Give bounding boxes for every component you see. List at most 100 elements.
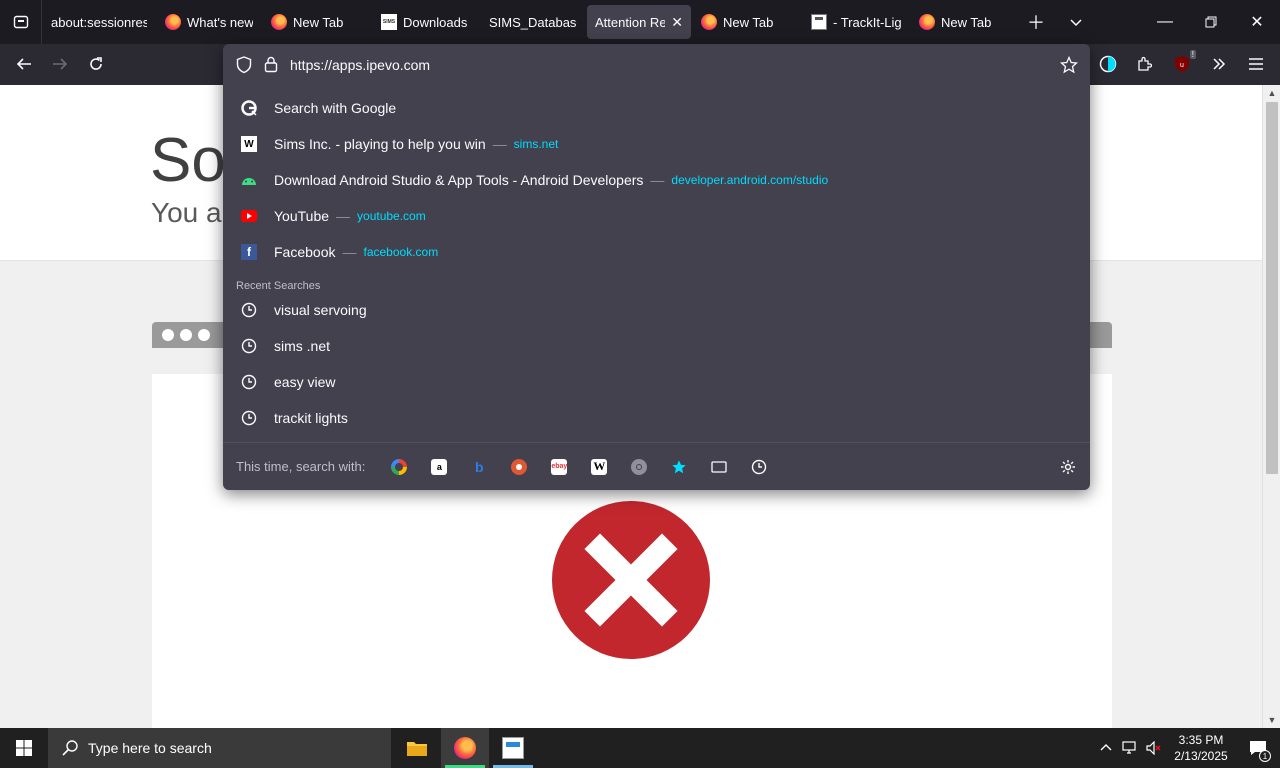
extension-badge: ! (1189, 50, 1196, 59)
tab-title: New Tab (941, 14, 992, 30)
search-engine-ebay-button[interactable]: ebay (539, 452, 579, 482)
search-engine-generic-button[interactable] (619, 452, 659, 482)
search-engine-bing-button[interactable]: b (459, 452, 499, 482)
forward-button[interactable] (44, 48, 76, 80)
suggestion-url: developer.android.com/studio (671, 173, 829, 187)
sims-icon: SIMS (381, 14, 397, 30)
recent-search-item[interactable]: easy view (223, 364, 1090, 400)
taskbar-clock[interactable]: 3:35 PM 2/13/2025 (1166, 732, 1236, 764)
separator: — (650, 172, 665, 188)
close-tab-icon[interactable]: ✕ (671, 14, 683, 31)
bookmark-star-icon (672, 459, 686, 473)
volume-button[interactable] (1142, 728, 1166, 768)
search-engine-amazon-button[interactable]: a (419, 452, 459, 482)
tab-new-tab-3[interactable]: New Tab (911, 5, 1015, 39)
suggestion-sims[interactable]: W Sims Inc. - playing to help you win — … (223, 126, 1090, 162)
tab-title: What's new (187, 14, 253, 30)
trackit-icon (811, 14, 827, 30)
clock-date: 2/13/2025 (1174, 749, 1228, 763)
url-input[interactable]: https://apps.ipevo.com (290, 57, 430, 73)
windows-logo-icon (16, 740, 32, 756)
url-bar[interactable]: https://apps.ipevo.com (223, 44, 1090, 86)
clock-icon (241, 410, 257, 426)
action-center-button[interactable]: 1 (1236, 728, 1280, 768)
recent-search-item[interactable]: visual servoing (223, 292, 1090, 328)
tab-attention-required[interactable]: Attention Req ✕ (587, 5, 691, 39)
suggestion-url: facebook.com (363, 245, 439, 259)
extensions-button[interactable] (1128, 48, 1160, 80)
recent-search-text: sims .net (274, 338, 331, 354)
suggestion-search-google[interactable]: Search with Google (223, 90, 1090, 126)
suggestion-youtube[interactable]: YouTube — youtube.com (223, 198, 1090, 234)
tab-title: New Tab (723, 14, 774, 30)
tab-trackit[interactable]: - TrackIt-Ligt (803, 5, 909, 39)
close-window-button[interactable]: ✕ (1234, 0, 1280, 44)
tab-sims-database[interactable]: SIMS_Database_ (481, 5, 585, 39)
volume-muted-icon (1146, 741, 1161, 755)
taskbar-search-box[interactable]: Type here to search (48, 728, 391, 768)
recent-search-item[interactable]: sims .net (223, 328, 1090, 364)
suggestion-title: Facebook (274, 244, 336, 260)
suggestion-title: Search with Google (274, 100, 397, 116)
search-tabs-button[interactable] (699, 452, 739, 482)
search-engine-wikipedia-button[interactable]: W (579, 452, 619, 482)
search-history-button[interactable] (739, 452, 779, 482)
file-explorer-taskbar-button[interactable] (393, 728, 441, 768)
search-bookmarks-button[interactable] (659, 452, 699, 482)
start-button[interactable] (0, 728, 48, 768)
suggestion-title: YouTube (274, 208, 330, 224)
separator: — (342, 244, 357, 260)
window-dot-icon (198, 329, 210, 341)
suggestion-android-studio[interactable]: Download Android Studio & App Tools - An… (223, 162, 1090, 198)
containers-button[interactable] (1092, 48, 1124, 80)
suggestion-facebook[interactable]: f Facebook — facebook.com (223, 234, 1090, 270)
amazon-icon: a (431, 458, 448, 475)
lock-icon[interactable] (264, 56, 278, 73)
tab-icon (711, 460, 727, 473)
bing-icon: b (475, 458, 484, 475)
tab-sessionrestore[interactable]: about:sessionres (43, 5, 155, 39)
folder-icon (407, 742, 427, 756)
notification-count: 1 (1259, 750, 1271, 762)
tab-strip: about:sessionres What's new New Tab SIMS… (0, 0, 1280, 44)
reload-button[interactable] (80, 48, 112, 80)
minimize-button[interactable]: — (1142, 0, 1188, 44)
restore-button[interactable] (1188, 0, 1234, 44)
tab-title: SIMS_Database_ (489, 14, 577, 30)
scroll-thumb[interactable] (1266, 102, 1278, 474)
puzzle-icon (1138, 56, 1152, 71)
new-tab-button[interactable]: ＋ (1016, 0, 1056, 44)
network-button[interactable] (1118, 728, 1142, 768)
search-engine-duckduckgo-button[interactable] (499, 452, 539, 482)
scroll-down-icon[interactable]: ▼ (1263, 712, 1280, 728)
list-all-tabs-button[interactable] (1056, 0, 1096, 44)
firefox-taskbar-button[interactable] (441, 728, 489, 768)
bookmark-star-icon[interactable] (1060, 56, 1078, 74)
tab-new-tab-2[interactable]: New Tab (693, 5, 801, 39)
page-scrollbar[interactable]: ▲ ▼ (1262, 85, 1280, 728)
recent-search-item[interactable]: trackit lights (223, 400, 1090, 436)
tab-downloads[interactable]: SIMS Downloads | (373, 5, 479, 39)
search-settings-button[interactable] (1048, 452, 1088, 482)
arrow-left-icon (16, 58, 31, 70)
tab-whats-new[interactable]: What's new (157, 5, 261, 39)
show-hidden-icons-button[interactable] (1094, 728, 1118, 768)
magnifier-icon (631, 458, 648, 475)
suggestion-url: sims.net (513, 137, 559, 151)
app-menu-button[interactable] (1240, 48, 1272, 80)
trackit-taskbar-button[interactable] (489, 728, 537, 768)
search-engine-google-button[interactable] (379, 452, 419, 482)
tab-title: Downloads | (403, 14, 471, 30)
page-subtitle: You a (151, 197, 222, 228)
tab-new-tab[interactable]: New Tab (263, 5, 371, 39)
ublock-button[interactable]: u ! (1166, 48, 1198, 80)
firefox-view-button[interactable] (0, 0, 42, 44)
tab-title: Attention Req (595, 14, 666, 30)
tracking-protection-shield-icon[interactable] (236, 56, 252, 74)
double-chevron-right-icon (1213, 58, 1226, 70)
search-placeholder: Type here to search (88, 740, 212, 756)
clock-time: 3:35 PM (1178, 733, 1224, 747)
overflow-menu-button[interactable] (1203, 48, 1235, 80)
scroll-up-icon[interactable]: ▲ (1263, 85, 1280, 101)
back-button[interactable] (8, 48, 40, 80)
